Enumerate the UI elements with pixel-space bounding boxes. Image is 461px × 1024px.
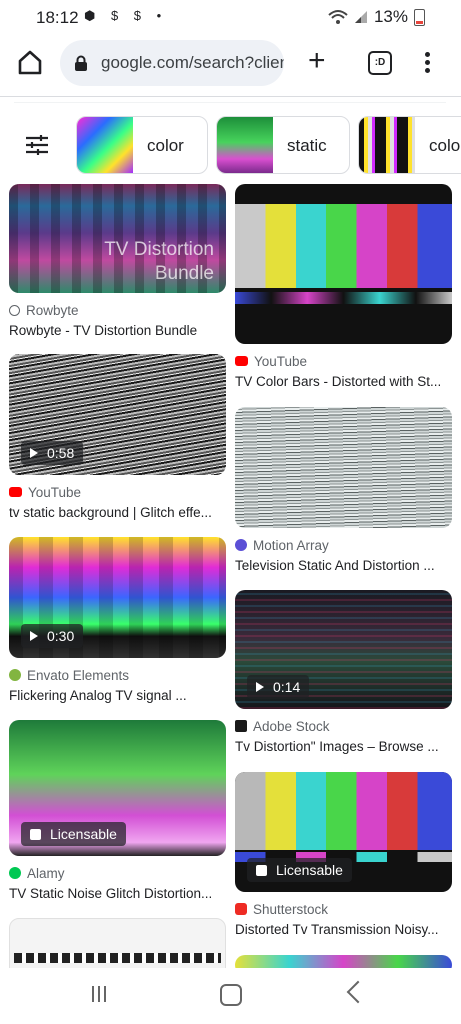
chip-thumbnail <box>77 117 133 173</box>
result-card[interactable]: TV Distortion Bundle Rowbyte Rowbyte - T… <box>9 184 226 338</box>
youtube-icon <box>235 356 248 366</box>
chip-thumbnail <box>217 117 273 173</box>
result-image <box>235 184 452 344</box>
result-card[interactable]: 0:30 Envato Elements Flickering Analog T… <box>9 537 226 703</box>
result-image: Licensable <box>9 720 226 856</box>
result-title: Television Static And Distortion ... <box>235 558 435 573</box>
url-text: google.com/search?client <box>101 53 284 72</box>
result-source: Motion Array <box>253 537 329 553</box>
result-title: Rowbyte - TV Distortion Bundle <box>9 323 198 338</box>
image-icon <box>30 828 41 840</box>
chip-static[interactable]: static <box>216 116 350 174</box>
motion-array-icon <box>235 539 247 551</box>
globe-icon <box>9 304 20 316</box>
license-badge: Licensable <box>247 858 352 882</box>
wifi-icon <box>328 10 348 24</box>
youtube-icon <box>9 487 22 497</box>
image-overlay-text: TV Distortion Bundle <box>104 239 214 284</box>
result-card[interactable]: 0:58 YouTube tv static background | Glit… <box>9 354 226 520</box>
result-card[interactable]: 0:14 Adobe Stock Tv Distortion" Images –… <box>235 590 452 754</box>
license-badge: Licensable <box>21 822 126 846</box>
result-source: Adobe Stock <box>253 718 330 734</box>
browser-toolbar: google.com/search?client + :D <box>0 34 461 94</box>
chip-label: colo <box>429 136 461 155</box>
tab-switcher-button[interactable]: :D <box>368 51 392 75</box>
result-source: YouTube <box>28 484 82 500</box>
signal-icon <box>354 11 367 23</box>
result-title: TV Color Bars - Distorted with St... <box>235 374 442 389</box>
duration-badge: 0:58 <box>21 441 84 465</box>
chip-thumbnail <box>359 117 415 173</box>
chip-colo[interactable]: colo <box>358 116 461 174</box>
result-title: tv static background | Glitch effe... <box>9 505 212 520</box>
battery-icon <box>414 8 425 26</box>
duration-badge: 0:14 <box>247 675 310 699</box>
search-chips: color static colo <box>0 116 461 174</box>
home-icon[interactable] <box>16 48 44 76</box>
result-title: Distorted Tv Transmission Noisy... <box>235 922 439 937</box>
result-image <box>235 407 452 528</box>
play-icon <box>256 682 264 692</box>
results-top-divider <box>14 102 446 103</box>
back-icon[interactable] <box>346 980 370 1004</box>
result-image: 0:58 <box>9 354 226 475</box>
recent-apps-icon[interactable] <box>92 986 110 1002</box>
status-time: 18:12 <box>36 8 79 27</box>
chip-color[interactable]: color <box>76 116 208 174</box>
envato-icon <box>9 669 21 681</box>
result-image: 0:30 <box>9 537 226 658</box>
result-image: TV Distortion Bundle <box>9 184 226 293</box>
result-source: Rowbyte <box>26 302 79 318</box>
result-image: 0:14 <box>235 590 452 709</box>
chip-label: color <box>147 136 184 155</box>
result-title: Flickering Analog TV signal ... <box>9 688 187 703</box>
filter-icon[interactable] <box>24 134 50 156</box>
result-card[interactable]: YouTube TV Color Bars - Distorted with S… <box>235 184 452 389</box>
result-source: Envato Elements <box>27 667 130 683</box>
lock-icon <box>75 55 87 71</box>
overflow-menu-button[interactable] <box>420 50 434 74</box>
result-title: Tv Distortion" Images – Browse ... <box>235 739 439 754</box>
status-bar: 18:12 ⬢ $ $ • 13% <box>0 0 461 34</box>
result-image: Licensable <box>235 772 452 892</box>
adobe-stock-icon <box>235 720 247 732</box>
play-icon <box>30 631 38 641</box>
toolbar-divider <box>0 96 461 97</box>
result-source: Alamy <box>27 865 65 881</box>
result-title: TV Static Noise Glitch Distortion... <box>9 886 213 901</box>
home-nav-icon[interactable] <box>220 984 242 1006</box>
shutterstock-icon <box>235 903 247 915</box>
result-card[interactable]: Motion Array Television Static And Disto… <box>235 407 452 573</box>
result-card[interactable]: Licensable Shutterstock Distorted Tv Tra… <box>235 772 452 937</box>
image-icon <box>256 864 267 876</box>
chip-label: static <box>287 136 327 155</box>
duration-badge: 0:30 <box>21 624 84 648</box>
battery-percent: 13% <box>373 7 408 26</box>
system-navigation-bar <box>0 968 461 1024</box>
alamy-icon <box>9 867 21 879</box>
result-card[interactable]: Licensable Alamy TV Static Noise Glitch … <box>9 720 226 901</box>
result-source: Shutterstock <box>253 901 329 917</box>
notification-icons: ⬢ $ $ • <box>84 8 168 23</box>
play-icon <box>30 448 38 458</box>
address-bar[interactable]: google.com/search?client <box>60 40 284 86</box>
result-source: YouTube <box>254 353 308 369</box>
new-tab-button[interactable]: + <box>308 46 326 76</box>
